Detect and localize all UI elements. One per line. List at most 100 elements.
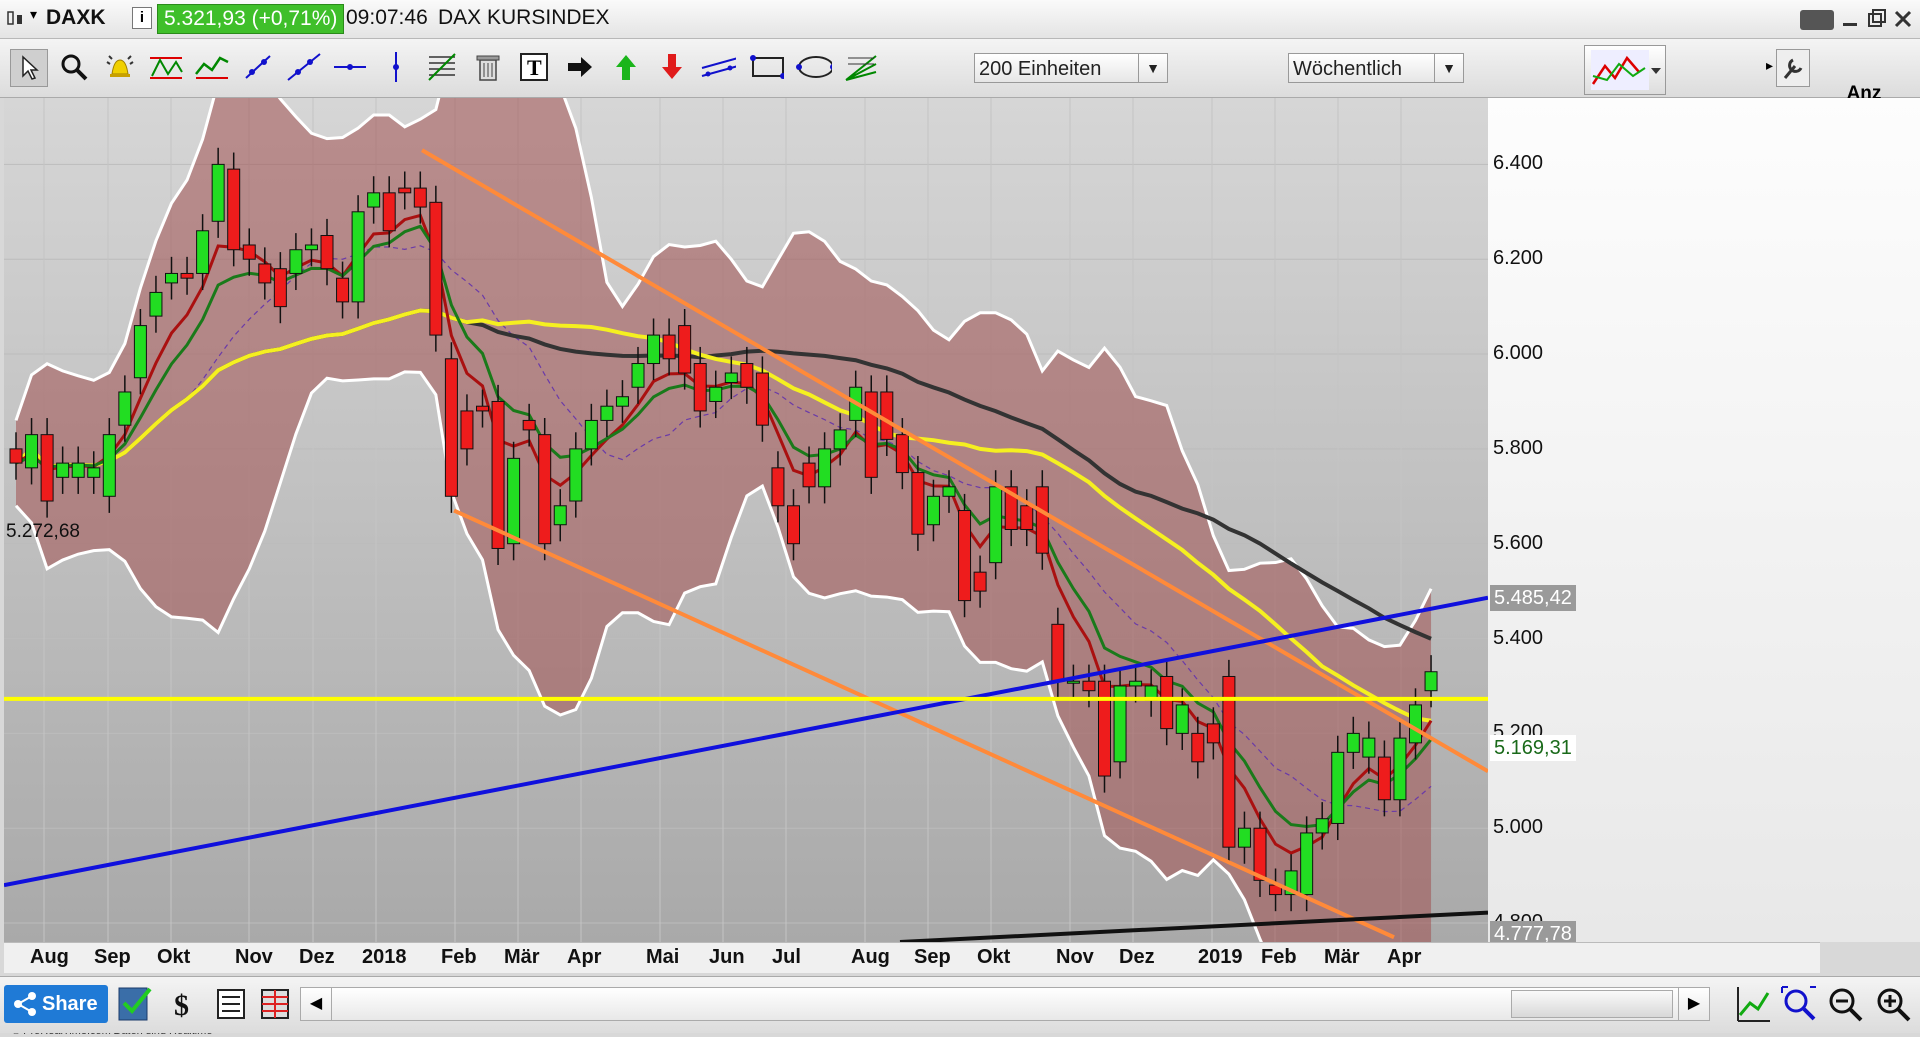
dropdown-arrow-icon[interactable]: ▾	[30, 6, 37, 23]
restore-icon[interactable]	[1866, 8, 1888, 30]
candle-body	[942, 486, 956, 497]
ellipse-icon[interactable]	[796, 49, 832, 85]
candle-body	[258, 263, 272, 284]
candle-body	[491, 400, 505, 549]
line-icon[interactable]	[240, 49, 276, 85]
settings-wrench-icon[interactable]	[1776, 49, 1810, 87]
candle-body	[1424, 671, 1438, 692]
candle-body	[973, 571, 987, 592]
channel-icon[interactable]	[700, 49, 736, 85]
instrument-name: DAX KURSINDEX	[438, 6, 610, 29]
keyboard-icon[interactable]	[1800, 10, 1834, 30]
candle-body	[429, 201, 443, 336]
text-icon[interactable]: T	[516, 49, 552, 85]
candle-body	[1129, 680, 1143, 687]
cursor-icon[interactable]	[10, 49, 48, 87]
vline-icon[interactable]	[378, 49, 414, 85]
candle-body	[40, 434, 54, 502]
candle-body	[1237, 827, 1251, 848]
units-select-value: 200 Einheiten	[979, 58, 1102, 80]
candle-body	[273, 268, 287, 308]
candle-body	[880, 391, 894, 440]
toolbar-expand-icon[interactable]: ▸	[1766, 57, 1773, 74]
arrow-up-icon[interactable]	[608, 49, 644, 85]
alert-bell-icon[interactable]	[102, 49, 138, 85]
candle-body	[522, 419, 536, 431]
candle-body	[118, 391, 132, 426]
hline-icon[interactable]	[332, 49, 368, 85]
bottom-toolbar: Share $ ◀ ▶	[0, 976, 1920, 1033]
info-icon[interactable]: i	[132, 7, 152, 29]
pattern-icon[interactable]	[148, 49, 184, 85]
symbol-label[interactable]: DAXK	[46, 6, 106, 30]
segment-icon[interactable]	[286, 49, 322, 85]
candle-body	[709, 386, 723, 402]
x-tick-label: 2018	[362, 946, 407, 968]
candle-body	[584, 419, 598, 450]
candle-body	[382, 192, 396, 232]
time-scrollbar[interactable]: ◀ ▶	[300, 987, 1710, 1021]
candle-body	[1098, 680, 1111, 777]
x-tick-label: Mär	[504, 946, 540, 968]
units-select[interactable]: 200 Einheiten ▼	[974, 53, 1168, 83]
scroll-thumb[interactable]	[1511, 990, 1673, 1018]
x-tick-label: Aug	[851, 946, 890, 968]
time-label: 09:07:46	[346, 6, 428, 29]
close-icon[interactable]	[1892, 8, 1914, 30]
price-axis[interactable]	[1488, 98, 1920, 942]
y-tick-label: 5.000	[1493, 816, 1544, 839]
candle-body	[87, 467, 101, 478]
candle-body	[1160, 675, 1174, 730]
candle-body	[289, 249, 303, 274]
zoom-fit-icon[interactable]	[1780, 985, 1818, 1023]
chart-menu-icon[interactable]	[6, 9, 26, 29]
candle-body	[196, 230, 210, 274]
candle-body	[538, 434, 552, 545]
table-icon[interactable]	[258, 985, 292, 1023]
zoom-icon[interactable]	[56, 49, 92, 85]
rectangle-icon[interactable]	[748, 49, 784, 85]
checklist-icon[interactable]	[116, 985, 154, 1023]
scroll-right-icon[interactable]: ▶	[1678, 988, 1709, 1020]
zoom-out-icon[interactable]	[1826, 985, 1864, 1023]
candle-body	[911, 472, 925, 535]
scroll-left-icon[interactable]: ◀	[301, 988, 332, 1020]
candle-body	[1362, 737, 1376, 758]
y-tick-label: 5.600	[1493, 531, 1544, 554]
y-tick-label: 6.400	[1493, 152, 1544, 175]
trend-icon[interactable]	[194, 49, 230, 85]
period-select-value: Wöchentlich	[1293, 58, 1402, 80]
candle-body	[864, 391, 878, 478]
time-axis[interactable]	[4, 942, 1820, 973]
svg-text:T: T	[527, 55, 542, 80]
candle-body	[1377, 756, 1391, 801]
delete-icon[interactable]	[470, 49, 506, 85]
indicators-button[interactable]	[1584, 45, 1666, 95]
candle-body	[165, 272, 178, 284]
candle-body	[1346, 732, 1360, 753]
price-chart-svg[interactable]	[3, 9, 1490, 1000]
candle-body	[351, 211, 365, 303]
zoom-in-icon[interactable]	[1874, 985, 1912, 1023]
candle-body	[25, 434, 39, 469]
fan-icon[interactable]	[842, 49, 878, 85]
arrow-right-icon[interactable]	[562, 49, 598, 85]
period-select[interactable]: Wöchentlich ▼	[1288, 53, 1464, 83]
chart-area[interactable]: 5.272,68 © ProRealTime.com Daten sind Re…	[3, 9, 1490, 1037]
autoscale-icon[interactable]	[1736, 985, 1772, 1023]
dollar-icon[interactable]: $	[170, 985, 204, 1023]
fibonacci-icon[interactable]	[424, 49, 460, 85]
list-icon[interactable]	[214, 985, 248, 1023]
candle-body	[615, 396, 629, 407]
x-tick-label: Feb	[1261, 946, 1297, 968]
x-tick-label: Mai	[646, 946, 680, 968]
candle-body	[102, 434, 116, 497]
share-button[interactable]: Share	[4, 985, 108, 1023]
minimize-icon[interactable]	[1840, 10, 1862, 30]
arrow-down-icon[interactable]	[654, 49, 690, 85]
x-tick-label: Sep	[94, 946, 131, 968]
candle-body	[1066, 680, 1080, 684]
candle-body	[1191, 732, 1205, 763]
candle-body	[336, 277, 350, 303]
drawing-toolbar: T 200 Einheiten ▼ Wöchentlich ▼ ▸ Anz 1	[0, 39, 1920, 135]
